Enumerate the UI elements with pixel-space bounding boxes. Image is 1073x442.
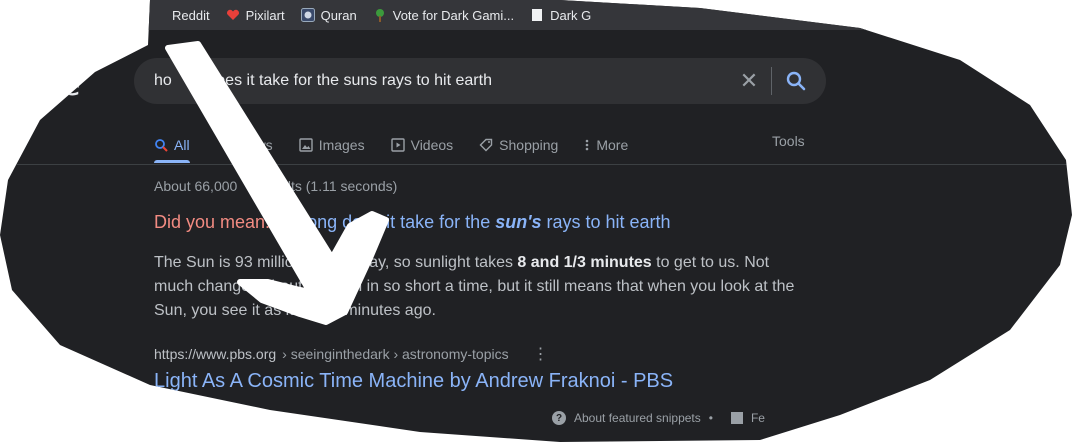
footer-separator: • (708, 411, 713, 425)
did-you-mean-label: Did you mean: (154, 212, 271, 232)
search-tabs: All ws Images Videos Shopping More (154, 132, 628, 163)
bookmark-quran[interactable]: Quran (300, 7, 357, 23)
feedback-icon (730, 412, 743, 424)
search-divider (771, 67, 772, 95)
tab-label: Videos (410, 137, 454, 153)
tag-icon (479, 138, 493, 152)
close-icon: ✕ (739, 68, 759, 93)
bookmark-label: Dark G (550, 7, 592, 23)
citation-path: › seeinginthedark › astronomy-topics (282, 346, 509, 362)
search-icon (786, 71, 806, 91)
bookmark-label: Vote for Dark Gami... (392, 7, 515, 23)
tab-videos[interactable]: Videos (390, 132, 454, 158)
bookmark-label: Quran (320, 7, 357, 23)
tab-images[interactable]: Images (298, 132, 365, 158)
google-logo-fragment[interactable]: e (62, 68, 80, 103)
search-icon (155, 139, 168, 152)
did-you-mean-correction: sun's (495, 212, 542, 232)
about-featured-snippets-link[interactable]: About featured snippets (574, 411, 701, 425)
tree-icon (373, 8, 387, 22)
feedback-link[interactable]: Fe (751, 411, 765, 425)
result-citation: https://www.pbs.org › seeinginthedark › … (154, 344, 549, 364)
did-you-mean-link[interactable]: w long does it take for the sun's rays t… (275, 212, 670, 232)
bookmarks-bar: Reddit Pixilart Quran Vote for Dark Gami… (0, 0, 1072, 30)
tab-label: All (174, 137, 190, 153)
tab-label: More (596, 137, 629, 153)
play-icon (390, 138, 405, 152)
result-title-link[interactable]: Light As A Cosmic Time Machine by Andrew… (154, 370, 673, 393)
did-you-mean: Did you mean: w long does it take for th… (154, 212, 671, 233)
screenshot-region: Reddit Pixilart Quran Vote for Dark Gami… (0, 0, 1072, 442)
citation-domain[interactable]: https://www.pbs.org (154, 346, 276, 362)
more-vert-icon[interactable]: ⋮ (533, 344, 549, 364)
tab-all[interactable]: All (154, 132, 190, 163)
more-vert-icon (586, 139, 589, 151)
did-you-mean-prefix: w long does it take for the (275, 212, 496, 232)
reddit-icon (152, 8, 166, 22)
tab-news[interactable]: ws (256, 132, 273, 158)
image-icon (298, 138, 313, 152)
bookmark-label: Reddit (172, 7, 210, 23)
search-button[interactable] (784, 69, 808, 93)
tab-label: Images (318, 137, 365, 153)
page-icon (530, 8, 544, 22)
bookmark-pixilart[interactable]: Pixilart (226, 8, 285, 23)
tab-label: ws (255, 137, 273, 153)
tab-more[interactable]: More (584, 132, 628, 158)
did-you-mean-suffix: rays to hit earth (541, 212, 671, 232)
bookmark-label: Pixilart (245, 7, 285, 23)
snippet-footer: ? About featured snippets • Fe (552, 411, 765, 425)
tools-button[interactable]: Tools (772, 132, 805, 158)
search-box[interactable]: ✕ (134, 58, 826, 104)
featured-snippet-text: The Sun is 93 million miles away, so sun… (154, 251, 804, 323)
tabs-divider (0, 164, 1072, 165)
heart-icon (226, 8, 240, 22)
bookmark-dark-g[interactable]: Dark G (530, 8, 591, 23)
quran-icon (300, 8, 315, 22)
snippet-highlight: 8 and 1/3 minutes (517, 254, 652, 271)
tab-label: Shopping (499, 137, 559, 153)
clear-search-button[interactable]: ✕ (737, 69, 761, 93)
search-input[interactable] (154, 70, 714, 92)
help-icon: ? (552, 411, 566, 425)
bookmark-dark-gaming[interactable]: Vote for Dark Gami... (373, 8, 514, 23)
bookmark-reddit[interactable]: Reddit (152, 8, 210, 23)
snippet-part-1: The Sun is 93 million miles away, so sun… (154, 254, 518, 271)
result-stats: About 66,000 results (1.11 seconds) (154, 178, 398, 194)
tab-shopping[interactable]: Shopping (479, 132, 558, 158)
